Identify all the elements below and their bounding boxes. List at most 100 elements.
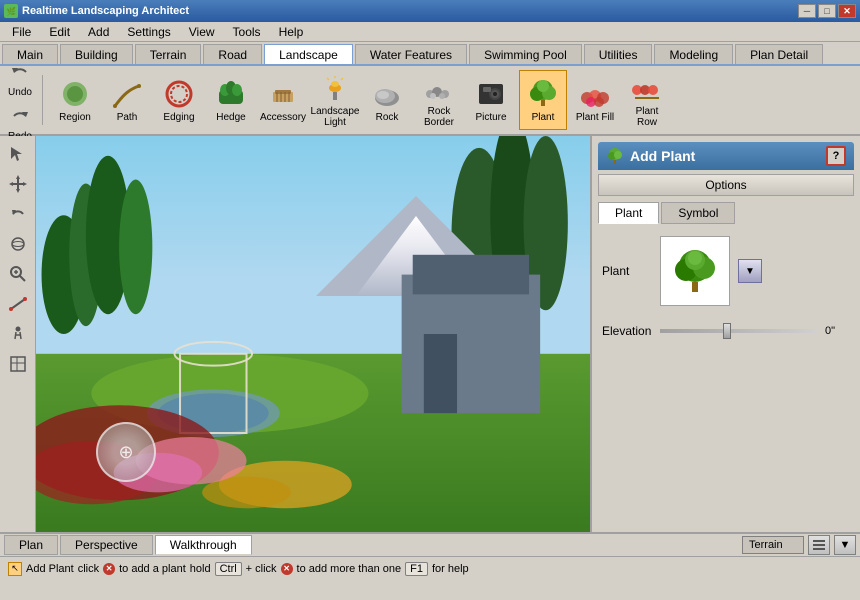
view-settings-button[interactable]: ▼ [834,535,856,555]
tab-building[interactable]: Building [60,44,133,64]
tab-plan-detail[interactable]: Plan Detail [735,44,823,64]
tool-pan[interactable] [4,170,32,198]
tool-grid[interactable] [4,350,32,378]
elevation-value: 0" [825,325,850,337]
menubar: File Edit Add Settings View Tools Help [0,22,860,42]
main-tabs: Main Building Terrain Road Landscape Wat… [0,42,860,66]
tool-edging[interactable]: Edging [155,70,203,130]
region-label: Region [59,112,91,123]
status-text-5: + click [246,563,277,575]
cursor-icon: ↖ [8,562,22,576]
status-text-3: to add a plant [119,563,186,575]
elevation-row: Elevation 0" [598,320,854,342]
plant-preview-image [668,244,723,299]
menu-help[interactable]: Help [271,24,312,40]
help-button[interactable]: ? [826,146,846,166]
tool-plant-row[interactable]: Plant Row [623,70,671,130]
tab-swimming-pool[interactable]: Swimming Pool [469,44,582,64]
options-button[interactable]: Options [598,174,854,196]
view-layers-button[interactable] [808,535,830,555]
tab-modeling[interactable]: Modeling [654,44,733,64]
plant-fill-label: Plant Fill [576,112,614,123]
tab-walkthrough[interactable]: Walkthrough [155,535,252,555]
rock-border-label: Rock Border [418,106,460,128]
tool-accessory[interactable]: Accessory [259,70,307,130]
close-button[interactable]: ✕ [838,4,856,18]
menu-tools[interactable]: Tools [225,24,269,40]
status-text-1: Add Plant [26,563,74,575]
landscape-light-icon [319,72,351,104]
edging-icon [163,78,195,110]
picture-icon [475,78,507,110]
tool-plant-fill[interactable]: Plant Fill [571,70,619,130]
terrain-select-area: Terrain ▼ [742,535,856,555]
tool-landscape-light[interactable]: Landscape Light [311,70,359,130]
picture-label: Picture [475,112,506,123]
tool-rock-border[interactable]: Rock Border [415,70,463,130]
viewport[interactable]: ⊕ [36,136,590,532]
plant-dropdown-button[interactable]: ▼ [738,259,762,283]
plant-row-label: Plant Row [626,106,668,128]
elevation-slider[interactable] [660,329,817,333]
tool-walkthrough[interactable] [4,320,32,348]
plant-header-icon [606,147,624,165]
tool-rock[interactable]: Rock [363,70,411,130]
maximize-button[interactable]: □ [818,4,836,18]
menu-add[interactable]: Add [80,24,117,40]
tab-landscape[interactable]: Landscape [264,44,353,64]
tab-road[interactable]: Road [203,44,262,64]
f1-key-badge: F1 [405,562,428,576]
panel-title: Add Plant [606,147,695,165]
plant-fill-icon [579,78,611,110]
menu-settings[interactable]: Settings [119,24,178,40]
path-icon [111,78,143,110]
plant-field-label: Plant [602,264,652,278]
tab-utilities[interactable]: Utilities [584,44,653,64]
elevation-thumb[interactable] [723,323,731,339]
tool-plant[interactable]: Plant [519,70,567,130]
accessory-label: Accessory [260,112,306,123]
statusbar: ↖ Add Plant click ✕ to add a plant hold … [0,556,860,580]
tab-water-features[interactable]: Water Features [355,44,467,64]
tool-hedge[interactable]: Hedge [207,70,255,130]
status-text-2: click [78,563,99,575]
plant-row-icon [631,72,663,104]
tab-plant[interactable]: Plant [598,202,659,224]
panel-header: Add Plant ? [598,142,854,170]
bottom-tabs: Plan Perspective Walkthrough Terrain ▼ [0,532,860,556]
elevation-field-label: Elevation [602,324,652,338]
tab-perspective[interactable]: Perspective [60,535,153,555]
hedge-label: Hedge [216,112,245,123]
menu-file[interactable]: File [4,24,39,40]
titlebar: 🌿 Realtime Landscaping Architect ─ □ ✕ [0,0,860,22]
left-toolbar [0,136,36,532]
tool-zoom[interactable] [4,260,32,288]
compass-rose: ⊕ [96,422,156,482]
tab-plan[interactable]: Plan [4,535,58,555]
tool-orbit[interactable] [4,230,32,258]
tool-select[interactable] [4,140,32,168]
undo-redo-section: Undo Redo [6,58,34,142]
undo-button[interactable]: Undo [6,58,34,98]
tab-terrain[interactable]: Terrain [135,44,202,64]
app-icon: 🌿 [4,4,18,18]
panel-tabs: Plant Symbol [598,202,854,224]
menu-view[interactable]: View [181,24,223,40]
window-controls[interactable]: ─ □ ✕ [798,4,856,18]
minimize-button[interactable]: ─ [798,4,816,18]
tool-path[interactable]: Path [103,70,151,130]
terrain-dropdown[interactable]: Terrain [742,536,804,554]
plant-label: Plant [532,112,555,123]
tool-measure[interactable] [4,290,32,318]
tool-picture[interactable]: Picture [467,70,515,130]
add-plant-panel: Add Plant ? Options Plant Symbol Plant ▼ [590,136,860,532]
cursor-x-icon-2: ✕ [281,563,293,575]
tool-region[interactable]: Region [51,70,99,130]
tab-symbol[interactable]: Symbol [661,202,735,224]
status-text-7: for help [432,563,469,575]
plant-selection-row: Plant ▼ [598,232,854,310]
menu-edit[interactable]: Edit [41,24,78,40]
rock-border-icon [423,72,455,104]
region-icon [59,78,91,110]
tool-rotate[interactable] [4,200,32,228]
